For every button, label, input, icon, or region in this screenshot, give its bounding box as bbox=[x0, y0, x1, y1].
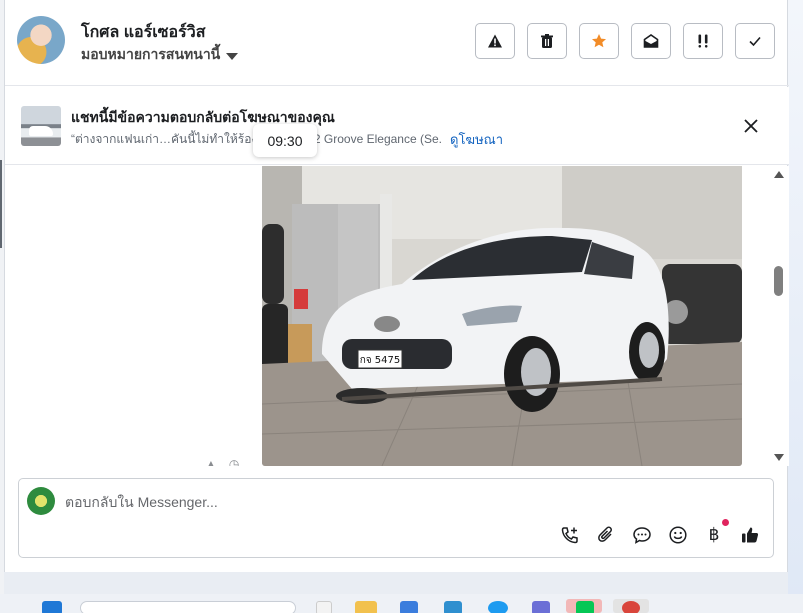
windows-taskbar bbox=[0, 594, 803, 613]
taskbar-search-box[interactable] bbox=[80, 601, 296, 613]
conversation-panel: โกศล แอร์เซอร์วิส มอบหมายการสนทนานี้ แชท… bbox=[4, 0, 789, 572]
file-icon[interactable] bbox=[316, 601, 332, 613]
car-photo-image: กจ 5475 bbox=[262, 166, 742, 466]
reaction-icon[interactable]: ▲ bbox=[205, 457, 217, 466]
line-logo-icon bbox=[576, 601, 594, 613]
teams-icon[interactable] bbox=[532, 601, 550, 613]
chat-bubble-icon bbox=[633, 527, 651, 544]
folder-icon[interactable] bbox=[355, 601, 377, 613]
conversation-header: โกศล แอร์เซอร์วิส มอบหมายการสนทนานี้ bbox=[5, 0, 789, 86]
thumbs-up-icon bbox=[742, 527, 759, 543]
messenger-app-icon[interactable] bbox=[488, 601, 508, 613]
windows-start-icon[interactable] bbox=[42, 601, 62, 613]
caret-down-icon bbox=[226, 52, 239, 60]
delete-button[interactable] bbox=[527, 23, 567, 59]
spam-button[interactable] bbox=[475, 23, 515, 59]
ad-reply-banner: แชทนี้มีข้อความตอบกลับต่อโฆษณาของคุณ “ต่… bbox=[5, 87, 789, 165]
trash-icon bbox=[541, 34, 553, 48]
notification-dot bbox=[722, 519, 729, 526]
clock-icon: ◷ bbox=[228, 457, 240, 466]
star-button[interactable] bbox=[579, 23, 619, 59]
scroll-up-arrow-icon[interactable] bbox=[774, 171, 784, 178]
contact-name[interactable]: โกศล แอร์เซอร์วิส bbox=[81, 20, 205, 45]
store-icon[interactable] bbox=[444, 601, 462, 613]
phone-plus-icon bbox=[561, 527, 578, 544]
like-button[interactable] bbox=[739, 524, 761, 546]
assign-label: มอบหมายการสนทนานี้ bbox=[81, 46, 221, 62]
page-avatar bbox=[27, 487, 55, 515]
star-icon bbox=[592, 34, 606, 48]
ad-thumbnail[interactable] bbox=[21, 106, 61, 146]
emoji-button[interactable] bbox=[667, 524, 689, 546]
paperclip-icon bbox=[598, 526, 612, 542]
envelope-open-icon bbox=[643, 34, 659, 48]
saved-replies-button[interactable] bbox=[631, 524, 653, 546]
follow-up-button[interactable] bbox=[683, 23, 723, 59]
call-button[interactable] bbox=[559, 524, 581, 546]
double-exclamation-icon bbox=[698, 34, 708, 48]
baht-icon: ฿ bbox=[708, 525, 720, 545]
assign-conversation-dropdown[interactable]: มอบหมายการสนทนานี้ bbox=[81, 44, 239, 66]
composer-tools: ฿ bbox=[559, 519, 761, 546]
check-icon bbox=[749, 36, 761, 47]
chrome-icon bbox=[622, 601, 640, 613]
mark-done-button[interactable] bbox=[735, 23, 775, 59]
message-thread: กจ 5475 ▲ ◷ bbox=[5, 166, 789, 466]
scroll-down-arrow-icon[interactable] bbox=[774, 454, 784, 461]
close-banner-button[interactable] bbox=[739, 114, 763, 138]
message-tools: ▲ ◷ bbox=[205, 457, 239, 466]
timestamp-tooltip: 09:30 bbox=[253, 124, 317, 157]
payment-button[interactable]: ฿ bbox=[703, 519, 729, 546]
warning-icon bbox=[488, 34, 502, 48]
left-edge-marker bbox=[0, 160, 2, 248]
conversation-actions bbox=[475, 23, 775, 59]
contact-avatar[interactable] bbox=[17, 16, 65, 64]
reply-composer: ฿ bbox=[18, 478, 774, 558]
attach-button[interactable] bbox=[595, 524, 617, 546]
license-plate-text: กจ 5475 bbox=[360, 355, 401, 366]
scrollbar-thumb[interactable] bbox=[774, 266, 783, 296]
desktop-background-strip bbox=[788, 0, 803, 613]
message-photo[interactable]: กจ 5475 bbox=[262, 166, 742, 466]
view-ad-link[interactable]: ดูโฆษณา bbox=[450, 129, 503, 150]
close-icon bbox=[744, 119, 758, 133]
reply-input[interactable] bbox=[65, 491, 665, 513]
mark-unread-button[interactable] bbox=[631, 23, 671, 59]
smiley-icon bbox=[669, 526, 687, 544]
calendar-icon[interactable] bbox=[400, 601, 418, 613]
